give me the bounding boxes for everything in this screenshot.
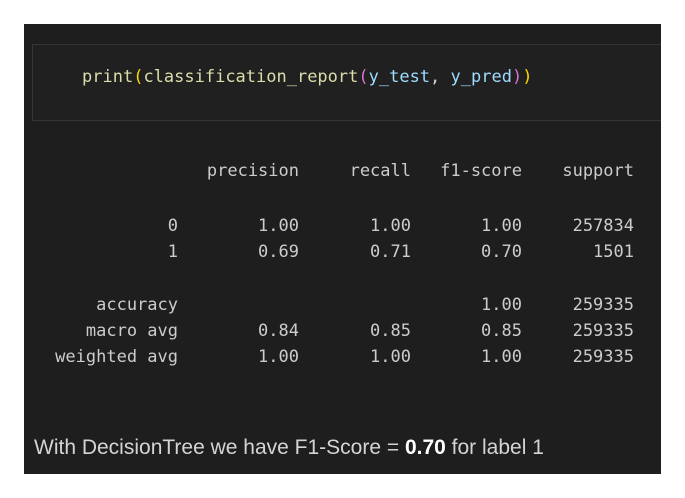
f1-score-value: 0.85 bbox=[481, 321, 522, 341]
precision-value: 0.84 bbox=[258, 321, 299, 341]
paren-open-inner: ( bbox=[358, 67, 369, 87]
precision-value: 1.00 bbox=[258, 347, 299, 367]
paren-close-inner: ) bbox=[511, 67, 523, 87]
report-row-class-0: 0 1.00 1.00 1.00 257834 bbox=[24, 214, 661, 238]
row-label: macro avg bbox=[85, 321, 178, 341]
summary-prefix: With DecisionTree we have F1-Score = bbox=[34, 436, 405, 459]
header-precision: precision bbox=[206, 161, 299, 181]
summary-suffix: for label 1 bbox=[445, 436, 544, 459]
f1-score-highlight: 0.70 bbox=[404, 436, 446, 459]
support-value: 259335 bbox=[572, 347, 634, 367]
precision-value: 0.69 bbox=[258, 242, 299, 262]
recall-value: 0.71 bbox=[370, 242, 411, 262]
report-header-row: precision recall f1-score support bbox=[24, 159, 661, 183]
report-row-class-1: 1 0.69 0.71 0.70 1501 bbox=[24, 240, 661, 264]
precision-value: 1.00 bbox=[258, 216, 299, 236]
code-cell[interactable]: print(classification_report(y_test, y_pr… bbox=[32, 44, 661, 121]
paren-open-outer: ( bbox=[133, 67, 144, 87]
row-label: weighted avg bbox=[55, 347, 178, 367]
classification-report-function: classification_report bbox=[143, 67, 359, 87]
code-line[interactable]: print(classification_report(y_test, y_pr… bbox=[82, 65, 532, 89]
print-function: print bbox=[82, 67, 134, 87]
support-value: 257834 bbox=[572, 216, 634, 236]
paren-close-outer: ) bbox=[522, 67, 533, 87]
f1-score-value: 1.00 bbox=[481, 347, 522, 367]
report-row-macro-avg: macro avg 0.84 0.85 0.85 259335 bbox=[24, 319, 661, 343]
recall-value: 1.00 bbox=[370, 216, 411, 236]
support-value: 1501 bbox=[593, 242, 634, 262]
f1-score-value: 1.00 bbox=[481, 216, 522, 236]
row-label: 0 bbox=[167, 216, 178, 236]
recall-value: 0.85 bbox=[370, 321, 411, 341]
arg-y-test: y_test bbox=[368, 67, 431, 87]
report-row-accuracy: accuracy 1.00 259335 bbox=[24, 293, 661, 317]
support-value: 259335 bbox=[572, 321, 634, 341]
f1-score-value: 0.70 bbox=[481, 242, 522, 262]
f1-score-value: 1.00 bbox=[481, 295, 522, 315]
header-recall: recall bbox=[349, 161, 411, 181]
recall-value: 1.00 bbox=[370, 347, 411, 367]
header-support: support bbox=[562, 161, 634, 181]
arg-y-pred: y_pred bbox=[450, 67, 512, 87]
row-label: accuracy bbox=[96, 295, 178, 315]
report-row-weighted-avg: weighted avg 1.00 1.00 1.00 259335 bbox=[24, 345, 661, 369]
arg-separator: , bbox=[430, 67, 451, 87]
support-value: 259335 bbox=[572, 295, 634, 315]
header-f1-score: f1-score bbox=[440, 161, 522, 181]
summary-text: With DecisionTree we have F1-Score = 0.7… bbox=[34, 435, 544, 461]
row-label: 1 bbox=[167, 242, 178, 262]
notebook-output-panel: print(classification_report(y_test, y_pr… bbox=[24, 24, 661, 474]
